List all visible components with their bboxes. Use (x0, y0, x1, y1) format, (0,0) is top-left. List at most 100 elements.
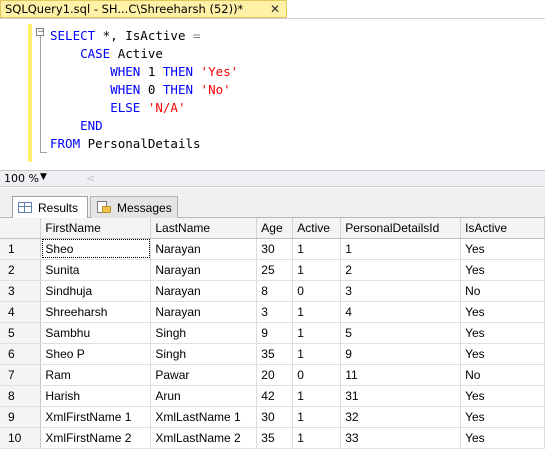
cell-isactive[interactable]: No (460, 364, 545, 386)
cell-firstname[interactable]: Harish (40, 385, 152, 407)
keyword: SELECT (50, 28, 96, 43)
cell-personaldetailsid[interactable]: 32 (340, 406, 462, 428)
tab-results[interactable]: Results (12, 196, 88, 218)
code-text: PersonalDetails (80, 136, 201, 151)
cell-isactive[interactable]: Yes (460, 238, 545, 260)
column-header-personaldetailsid[interactable]: PersonalDetailsId (340, 218, 462, 239)
cell-age[interactable]: 3 (256, 301, 294, 323)
zoom-level[interactable]: 100 % (4, 172, 39, 185)
column-header-active[interactable]: Active (292, 218, 342, 239)
cell-age[interactable]: 30 (256, 238, 294, 260)
cell-age[interactable]: 35 (256, 343, 294, 365)
change-tracking-margin (28, 24, 32, 162)
table-row[interactable]: 8 Harish Arun 42 1 31 Yes (0, 385, 545, 407)
cell-isactive[interactable]: Yes (460, 385, 545, 407)
cell-personaldetailsid[interactable]: 3 (340, 280, 462, 302)
code-line: END (50, 118, 103, 133)
outline-guide-end (40, 152, 47, 153)
cell-age[interactable]: 9 (256, 322, 294, 344)
cell-age[interactable]: 25 (256, 259, 294, 281)
row-number[interactable]: 2 (0, 259, 42, 281)
scroll-left-icon[interactable]: < (86, 172, 95, 185)
sql-code[interactable]: SELECT *, IsActive = CASE Active WHEN 1 … (50, 27, 238, 153)
cell-firstname[interactable]: Sheo (40, 238, 152, 260)
cell-age[interactable]: 42 (256, 385, 294, 407)
table-row[interactable]: 9 XmlFirstName 1 XmlLastName 1 30 1 32 Yes (0, 406, 545, 428)
table-row[interactable]: 2 Sunita Narayan 25 1 2 Yes (0, 259, 545, 281)
cell-lastname[interactable]: Narayan (150, 301, 258, 323)
cell-firstname[interactable]: Ram (40, 364, 152, 386)
column-header-lastname[interactable]: LastName (150, 218, 258, 239)
cell-firstname[interactable]: XmlFirstName 1 (40, 406, 152, 428)
table-row[interactable]: 4 Shreeharsh Narayan 3 1 4 Yes (0, 301, 545, 323)
row-number[interactable]: 4 (0, 301, 42, 323)
cell-active[interactable]: 1 (292, 301, 342, 323)
cell-lastname[interactable]: Pawar (150, 364, 258, 386)
cell-active[interactable]: 1 (292, 385, 342, 407)
close-icon[interactable]: ✕ (270, 2, 280, 16)
cell-personaldetailsid[interactable]: 5 (340, 322, 462, 344)
cell-lastname[interactable]: Singh (150, 322, 258, 344)
row-number[interactable]: 7 (0, 364, 42, 386)
query-editor[interactable]: − SELECT *, IsActive = CASE Active WHEN … (0, 19, 545, 170)
row-number[interactable]: 5 (0, 322, 42, 344)
cell-active[interactable]: 1 (292, 343, 342, 365)
cell-personaldetailsid[interactable]: 2 (340, 259, 462, 281)
cell-isactive[interactable]: Yes (460, 301, 545, 323)
cell-age[interactable]: 30 (256, 406, 294, 428)
cell-personaldetailsid[interactable]: 9 (340, 343, 462, 365)
cell-lastname[interactable]: Narayan (150, 280, 258, 302)
messages-icon (97, 201, 111, 214)
cell-active[interactable]: 1 (292, 259, 342, 281)
row-number[interactable]: 3 (0, 280, 42, 302)
table-row[interactable]: 7 Ram Pawar 20 0 11 No (0, 364, 545, 386)
column-header-isactive[interactable]: IsActive (460, 218, 545, 239)
cell-lastname[interactable]: Singh (150, 343, 258, 365)
chevron-down-icon[interactable]: ▼ (40, 172, 47, 182)
cell-lastname[interactable]: Narayan (150, 259, 258, 281)
cell-active[interactable]: 1 (292, 406, 342, 428)
cell-age[interactable]: 8 (256, 280, 294, 302)
cell-lastname[interactable]: Arun (150, 385, 258, 407)
results-tab-strip: Results Messages (0, 188, 545, 218)
cell-isactive[interactable]: Yes (460, 259, 545, 281)
cell-personaldetailsid[interactable]: 4 (340, 301, 462, 323)
cell-personaldetailsid[interactable]: 1 (340, 238, 462, 260)
cell-firstname[interactable]: Sheo P (40, 343, 152, 365)
cell-active[interactable]: 1 (292, 322, 342, 344)
column-header-firstname[interactable]: FirstName (40, 218, 152, 239)
query-document-tab[interactable]: SQLQuery1.sql - SH...C\Shreeharsh (52))*… (0, 0, 287, 18)
cell-firstname[interactable]: Sambhu (40, 322, 152, 344)
code-text: 0 (140, 82, 163, 97)
table-row[interactable]: 1 Sheo Narayan 30 1 1 Yes (0, 238, 545, 260)
row-number[interactable]: 9 (0, 406, 42, 428)
cell-firstname[interactable]: Sunita (40, 259, 152, 281)
cell-isactive[interactable]: Yes (460, 343, 545, 365)
cell-lastname[interactable]: Narayan (150, 238, 258, 260)
table-row[interactable]: 5 Sambhu Singh 9 1 5 Yes (0, 322, 545, 344)
table-row[interactable]: 6 Sheo P Singh 35 1 9 Yes (0, 343, 545, 365)
cell-active[interactable]: 1 (292, 238, 342, 260)
cell-isactive[interactable]: Yes (460, 322, 545, 344)
row-number[interactable]: 6 (0, 343, 42, 365)
cell-personaldetailsid[interactable]: 11 (340, 364, 462, 386)
cell-age[interactable]: 20 (256, 364, 294, 386)
cell-firstname[interactable]: Sindhuja (40, 280, 152, 302)
string-literal: 'No' (200, 82, 231, 97)
row-number[interactable]: 1 (0, 238, 42, 260)
cell-lastname[interactable]: XmlLastName 1 (150, 406, 258, 428)
table-row[interactable]: 3 Sindhuja Narayan 8 0 3 No (0, 280, 545, 302)
column-header-rownum[interactable] (0, 218, 42, 239)
collapse-region-icon[interactable]: − (36, 28, 45, 37)
cell-personaldetailsid[interactable]: 31 (340, 385, 462, 407)
cell-isactive[interactable]: No (460, 280, 545, 302)
cell-firstname[interactable]: Shreeharsh (40, 301, 152, 323)
tab-messages[interactable]: Messages (90, 196, 178, 218)
row-number[interactable]: 8 (0, 385, 42, 407)
operator: = (193, 28, 201, 43)
cell-active[interactable]: 0 (292, 280, 342, 302)
cell-isactive[interactable]: Yes (460, 406, 545, 428)
code-line: WHEN 0 THEN 'No' (50, 82, 231, 97)
cell-active[interactable]: 0 (292, 364, 342, 386)
column-header-age[interactable]: Age (256, 218, 294, 239)
